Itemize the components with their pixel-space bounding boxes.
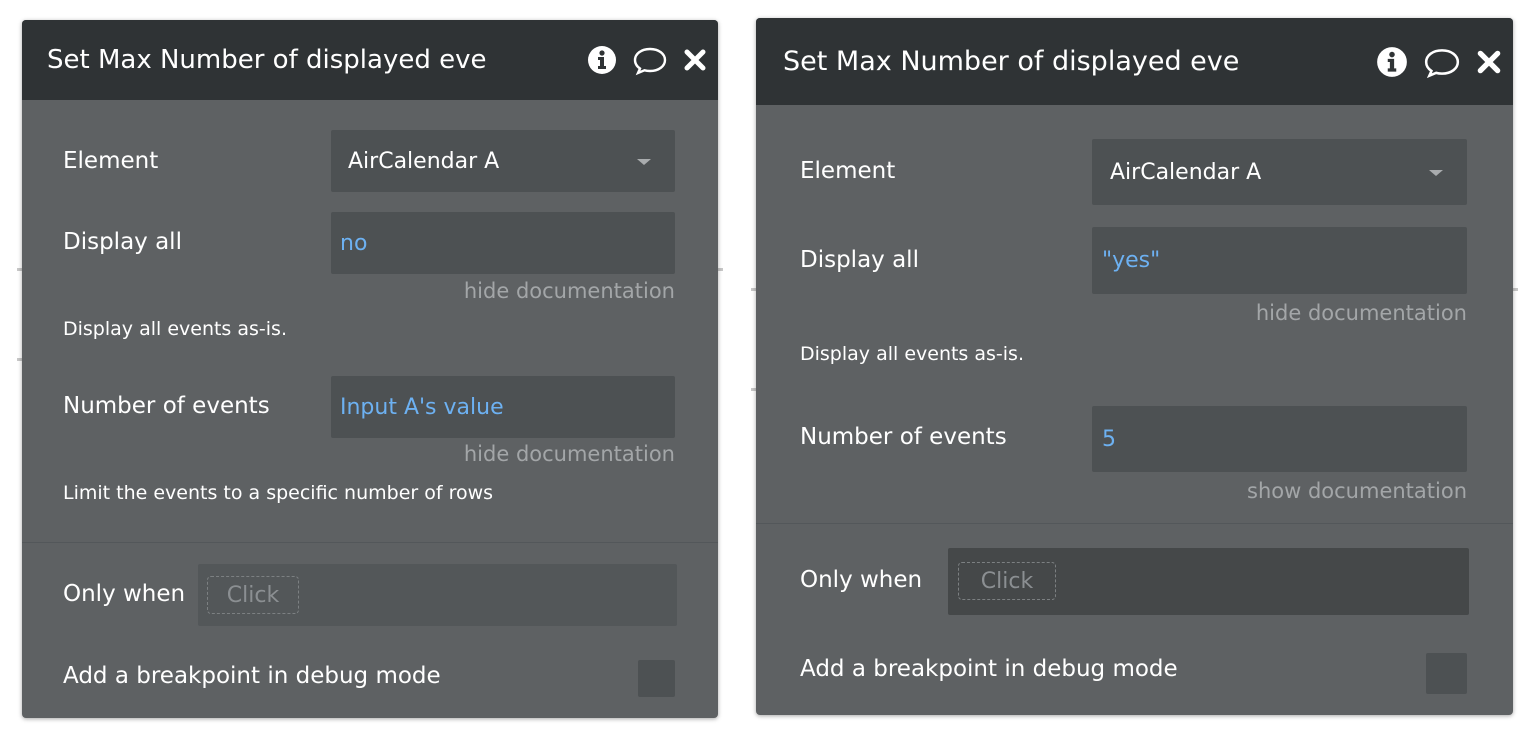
close-icon[interactable] xyxy=(682,47,708,73)
only-when-label: Only when xyxy=(63,581,186,607)
breakpoint-label: Add a breakpoint in debug mode xyxy=(63,663,441,689)
click-placeholder[interactable]: Click xyxy=(958,562,1056,600)
hide-documentation-link[interactable]: hide documentation xyxy=(464,442,675,466)
info-icon[interactable] xyxy=(1375,45,1409,79)
section-divider xyxy=(756,523,1513,524)
action-property-editor: Set Max Number of displayed eve Element … xyxy=(22,20,718,718)
only-when-label: Only when xyxy=(800,567,923,593)
display-all-value: no xyxy=(340,230,368,256)
number-of-events-label: Number of events xyxy=(63,393,270,419)
comment-icon[interactable] xyxy=(1423,45,1461,79)
canvas-edge-mark xyxy=(718,268,723,271)
breakpoint-checkbox[interactable] xyxy=(1426,653,1467,694)
hide-documentation-link[interactable]: hide documentation xyxy=(464,279,675,303)
header-icons xyxy=(586,20,708,100)
chevron-down-icon xyxy=(637,159,651,165)
only-when-condition-field[interactable]: Click xyxy=(948,548,1469,615)
display-all-documentation: Display all events as-is. xyxy=(63,318,287,340)
number-of-events-documentation: Limit the events to a specific number of… xyxy=(63,482,494,504)
breakpoint-checkbox[interactable] xyxy=(638,660,675,697)
panel-title: Set Max Number of displayed eve xyxy=(783,46,1240,77)
element-dropdown-value: AirCalendar A xyxy=(1110,159,1262,185)
section-divider xyxy=(22,542,718,543)
number-of-events-field[interactable]: Input A's value xyxy=(331,376,675,438)
display-all-documentation: Display all events as-is. xyxy=(800,343,1024,365)
number-of-events-label: Number of events xyxy=(800,424,1007,450)
breakpoint-label: Add a breakpoint in debug mode xyxy=(800,656,1178,682)
comment-icon[interactable] xyxy=(632,44,668,76)
panel-header: Set Max Number of displayed eve xyxy=(22,20,718,100)
click-placeholder[interactable]: Click xyxy=(207,576,299,614)
display-all-label: Display all xyxy=(800,247,919,273)
chevron-down-icon xyxy=(1429,170,1443,176)
display-all-value: "yes" xyxy=(1102,248,1161,273)
info-icon[interactable] xyxy=(586,44,618,76)
close-icon[interactable] xyxy=(1475,48,1503,76)
only-when-condition-field[interactable]: Click xyxy=(198,564,677,626)
show-documentation-link[interactable]: show documentation xyxy=(1247,479,1467,503)
display-all-field[interactable]: "yes" xyxy=(1092,227,1467,294)
number-of-events-value: 5 xyxy=(1102,426,1116,452)
panel-title: Set Max Number of displayed eve xyxy=(47,45,487,75)
canvas-edge-mark xyxy=(1513,288,1518,291)
hide-documentation-link[interactable]: hide documentation xyxy=(1256,301,1467,325)
number-of-events-value: Input A's value xyxy=(340,394,504,420)
element-label: Element xyxy=(800,158,896,184)
element-label: Element xyxy=(63,148,159,174)
display-all-field[interactable]: no xyxy=(331,212,675,274)
element-dropdown-value: AirCalendar A xyxy=(348,148,500,174)
display-all-label: Display all xyxy=(63,229,182,255)
number-of-events-field[interactable]: 5 xyxy=(1092,406,1467,472)
header-icons xyxy=(1375,18,1503,105)
panel-header: Set Max Number of displayed eve xyxy=(756,18,1513,105)
action-property-editor: Set Max Number of displayed eve Element … xyxy=(756,18,1513,715)
element-dropdown[interactable]: AirCalendar A xyxy=(1092,139,1467,205)
element-dropdown[interactable]: AirCalendar A xyxy=(331,130,675,192)
